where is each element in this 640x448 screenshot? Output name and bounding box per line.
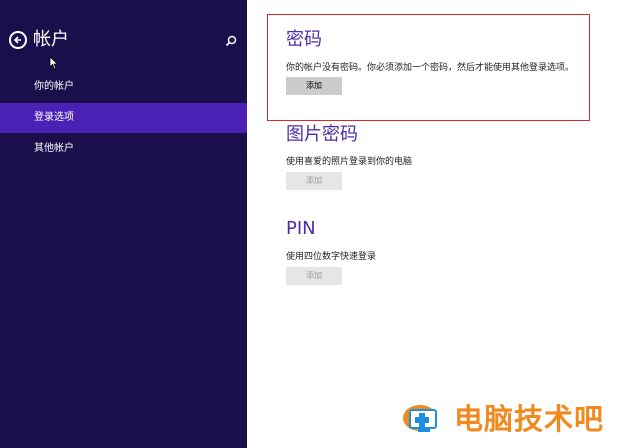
- add-pin-button[interactable]: 添加: [286, 267, 342, 285]
- mouse-cursor-icon: [49, 56, 59, 70]
- sidebar-item-your-account[interactable]: 你的帐户: [0, 72, 247, 102]
- picture-password-description: 使用喜爱的照片登录到你的电脑: [286, 157, 413, 167]
- pin-title: PIN: [286, 218, 316, 239]
- sidebar-item-other-accounts[interactable]: 其他帐户: [0, 134, 247, 164]
- monitor-logo-icon: [403, 405, 437, 432]
- sidebar-title: 帐户: [33, 29, 69, 50]
- search-icon: [225, 35, 237, 47]
- watermark-text: 电脑技术吧: [454, 402, 605, 436]
- search-button[interactable]: [224, 33, 238, 47]
- add-picture-password-button[interactable]: 添加: [286, 172, 342, 190]
- pin-description: 使用四位数字快速登录: [286, 252, 377, 262]
- sidebar-item-sign-in-options[interactable]: 登录选项: [0, 103, 247, 133]
- back-button[interactable]: [9, 31, 27, 49]
- arrow-left-icon: [13, 36, 21, 44]
- sidebar-item-label: 其他帐户: [34, 143, 74, 154]
- sidebar-item-label: 你的帐户: [34, 81, 74, 92]
- watermark: 电脑技术吧: [398, 396, 638, 442]
- highlight-box: [267, 14, 590, 121]
- picture-password-title: 图片密码: [286, 124, 358, 145]
- sidebar: 帐户 你的帐户 登录选项 其他帐户: [0, 0, 247, 448]
- sidebar-item-label: 登录选项: [34, 112, 74, 123]
